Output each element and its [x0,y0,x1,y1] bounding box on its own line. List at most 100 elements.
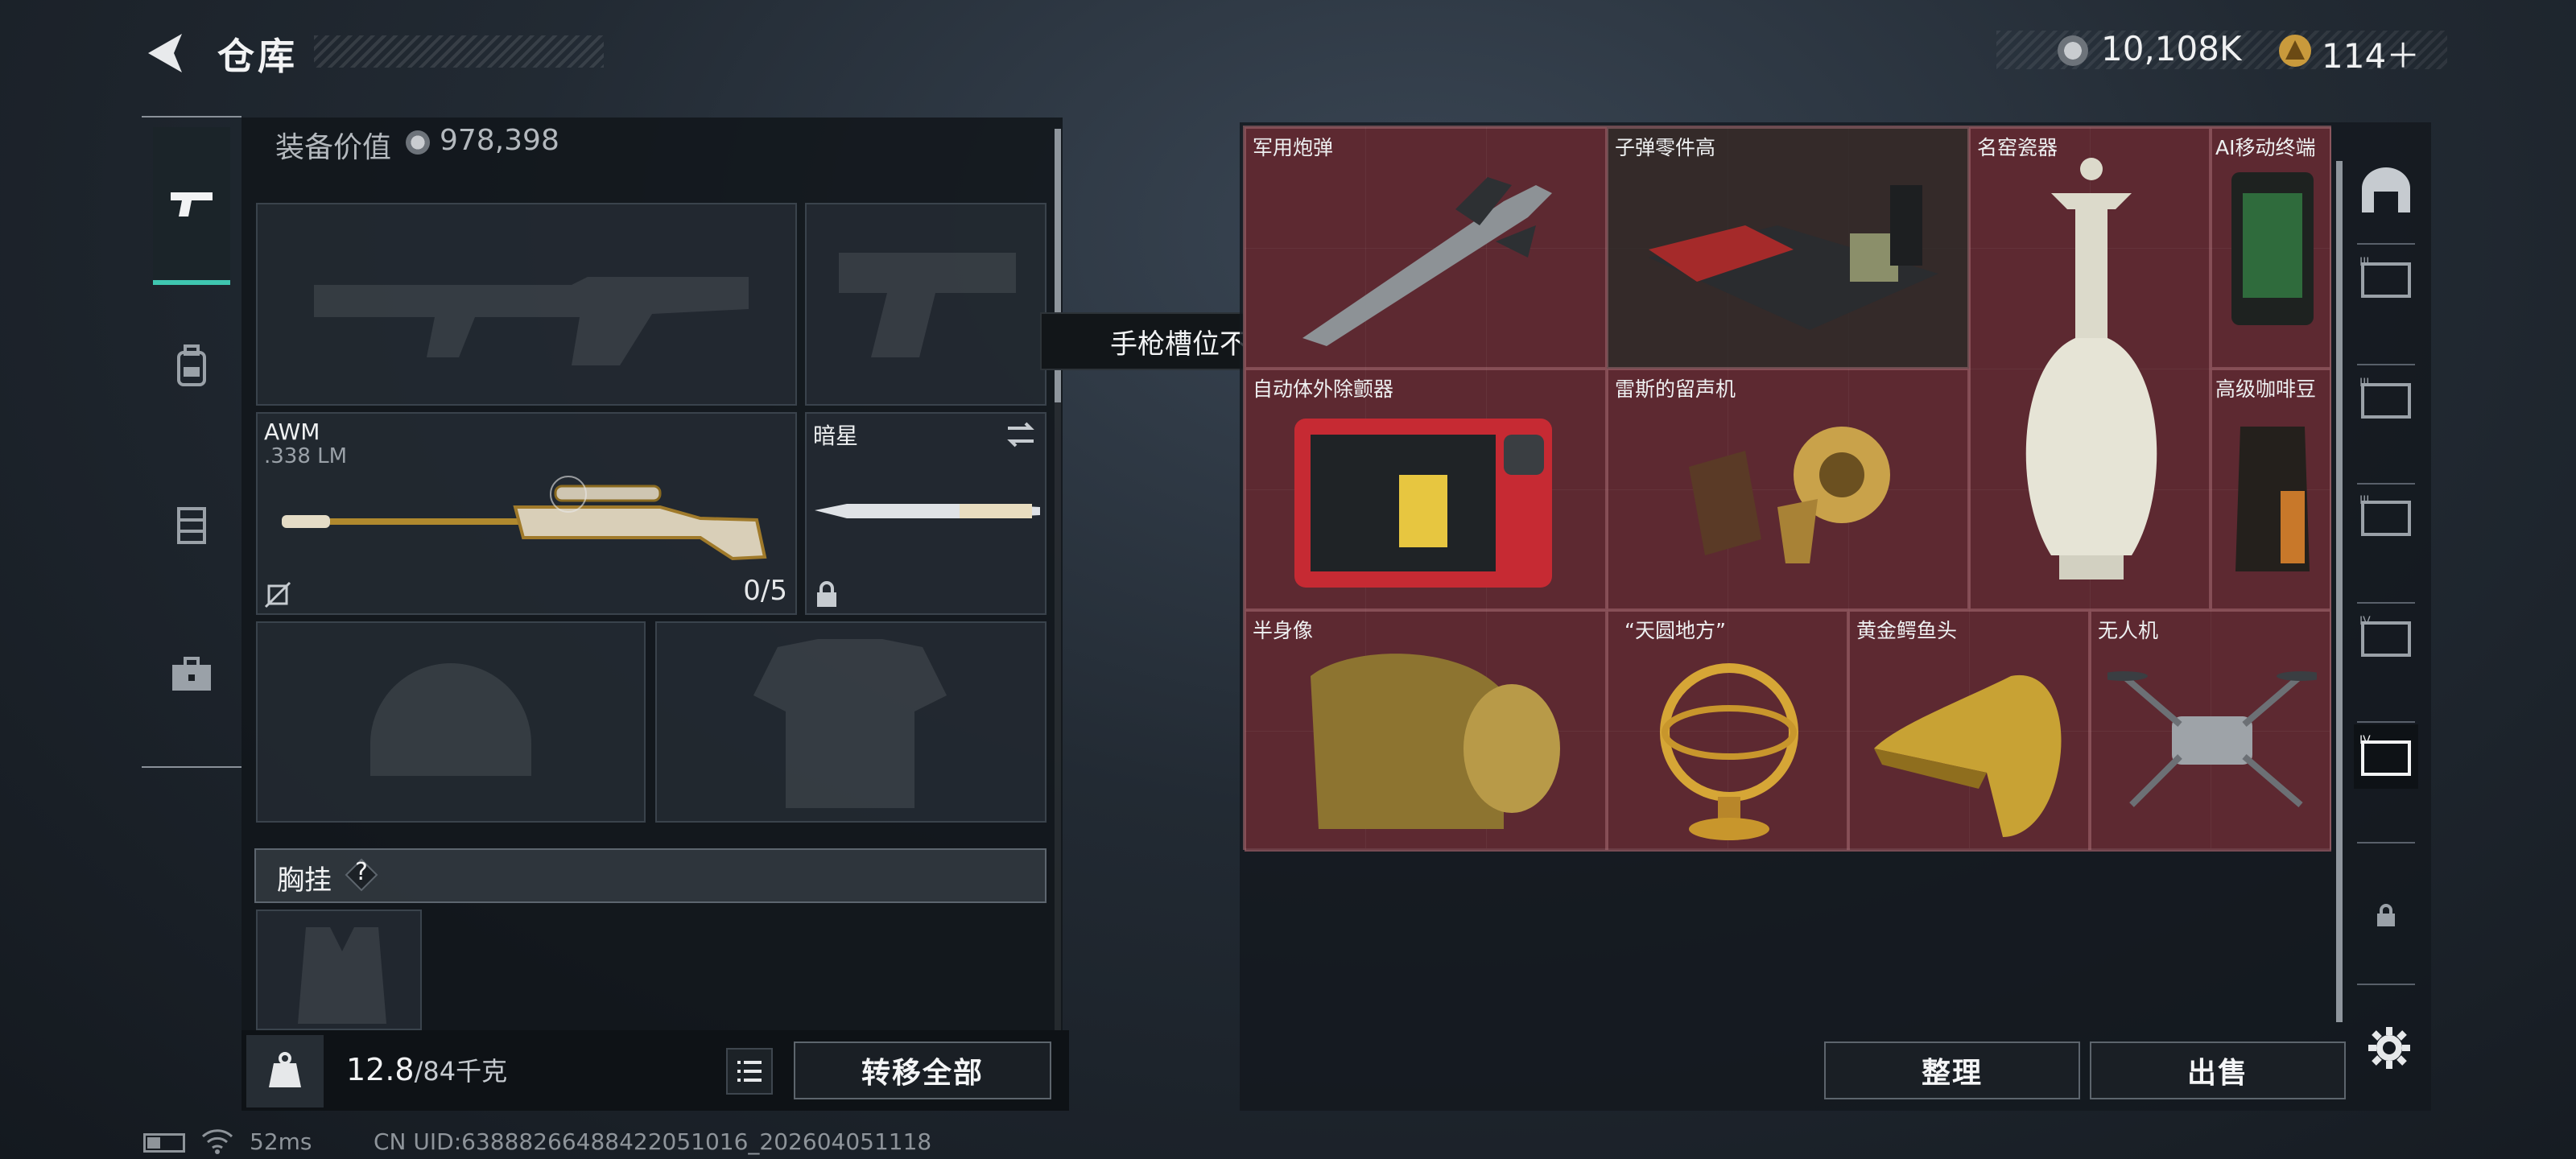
coin-balance: 10,108K [2101,29,2242,68]
coffee-bag-icon [2235,427,2310,571]
list-icon[interactable] [726,1048,773,1095]
lock-icon [2377,904,2395,926]
tab-vest[interactable] [153,446,230,604]
weight-readout: 12.8/84千克 [346,1051,507,1088]
svg-text:IV: IV [2359,734,2371,747]
pistol-icon [171,192,213,217]
coin-icon [2058,35,2088,66]
gear-icon[interactable] [2367,1025,2412,1070]
help-mark: ? [355,858,368,886]
bust-statue-icon [1311,654,1560,829]
equipment-value: 978,398 [440,124,559,157]
container-iv-icon: IV [2359,615,2411,657]
awm-rifle-icon [282,476,767,561]
svg-text:III: III [2359,494,2369,507]
melee-name: 暗星 [813,423,859,449]
equipment-value-label: 装备价值 [275,131,392,164]
item-famous-porcelain[interactable]: 名窑瓷器 [1969,127,2211,610]
drone-icon [2107,671,2317,808]
tab-firearms[interactable] [153,127,230,285]
equipment-category-tabs [142,116,242,768]
wifi-icon [201,1129,233,1154]
phonograph-icon [1689,427,1890,563]
item-tianyuan-difang[interactable]: “天圆地方” [1607,610,1848,852]
weapon-name: AWM [264,419,320,445]
helmet-slot[interactable] [256,621,646,823]
ticket-icon [2279,35,2311,67]
armillary-sphere-icon [1660,663,1798,840]
item-ai-terminal[interactable]: AI移动终端 [2211,127,2331,369]
ammo-crate-icon [1649,185,1938,330]
svg-text:IV: IV [2359,615,2371,628]
coin-icon [406,130,430,155]
item-name: “天圆地方” [1624,619,1726,642]
tab-storage-iv-a[interactable]: IV [2354,605,2418,670]
kg-weight-icon [246,1035,324,1107]
back-arrow-icon[interactable] [142,29,190,77]
item-bullet-parts[interactable]: 子弹零件高 [1607,127,1969,369]
tab-storage-home[interactable] [2354,158,2418,222]
tab-briefcase[interactable] [153,596,230,753]
item-name: 子弹零件高 [1615,136,1716,159]
item-name: 黄金鳄鱼头 [1856,619,1958,642]
container-iii-icon: III [2359,494,2411,536]
briefcase-icon [172,657,211,691]
container-iii-icon: III [2359,256,2411,298]
page-title: 仓库 [217,35,298,78]
item-name: 无人机 [2098,619,2159,642]
svg-text:III: III [2359,256,2369,269]
weight-max: /84千克 [414,1056,508,1087]
tab-storage-iii-b[interactable]: III [2354,367,2418,431]
ammo-count: 0/5 [743,575,787,607]
pistol-slot[interactable] [805,203,1046,406]
helmet-silhouette-icon [370,663,531,776]
item-military-shell[interactable]: 军用炮弹 [1245,127,1607,369]
chest-rig-label: 胸挂 [277,864,332,897]
chest-rig-slot[interactable] [256,909,422,1030]
container-iii-icon: III [2359,377,2411,419]
transfer-all-button[interactable]: 转移全部 [794,1041,1051,1099]
item-aed[interactable]: 自动体外除颤器 [1245,369,1607,610]
armor-slot[interactable] [655,621,1046,823]
pistol-silhouette-icon [839,253,1016,357]
chest-rig-silhouette-icon [298,927,386,1024]
uid-readout: CN UID:6388826648842205101​6_20260405111… [374,1128,932,1155]
warehouse-icon [2362,167,2410,212]
awm-weapon-slot[interactable]: AWM .338 LM 0/5 [256,412,797,615]
item-name: 自动体外除颤器 [1253,377,1394,401]
tab-storage-locked[interactable] [2354,884,2418,948]
svg-text:III: III [2359,377,2369,390]
backpack-icon [177,344,206,386]
vest-icon [177,507,206,544]
item-bust[interactable]: 半身像 [1245,610,1607,852]
organize-button[interactable]: 整理 [1824,1041,2080,1099]
tab-backpack[interactable] [153,287,230,444]
item-name: 雷斯的留声机 [1615,377,1736,401]
item-name: AI移动终端 [2215,136,2316,159]
storage-tabs: III III III IV IV [2341,122,2431,1024]
item-golden-crocodile-head[interactable]: 黄金鳄鱼头 [1848,610,2090,852]
mobile-terminal-icon [2231,172,2314,325]
ping-readout: 52ms [250,1128,312,1155]
item-phonograph[interactable]: 雷斯的留声机 [1607,369,1969,610]
rifle-silhouette-icon [314,277,749,365]
tab-storage-iv-b[interactable]: IV [2354,724,2418,789]
crocodile-head-icon [1874,674,2062,837]
tab-storage-iii-a[interactable]: III [2354,246,2418,311]
tab-storage-iii-c[interactable]: III [2354,485,2418,549]
container-iv-icon: IV [2359,734,2411,776]
lock-icon [817,581,836,607]
item-premium-coffee-beans[interactable]: 高级咖啡豆 [2211,369,2331,610]
knife-icon [815,504,1040,518]
item-drone[interactable]: 无人机 [2090,610,2331,852]
battery-icon [143,1133,185,1153]
weight-current: 12.8 [346,1052,415,1087]
melee-slot[interactable]: 暗星 [805,412,1046,615]
weapon-ammo-type: .338 LM [264,444,348,468]
ticket-balance[interactable]: 114＋ [2322,29,2420,78]
primary-weapon-slot[interactable] [256,203,797,406]
sell-button[interactable]: 出售 [2090,1041,2346,1099]
item-name: 高级咖啡豆 [2215,377,2317,401]
armor-silhouette-icon [753,639,947,808]
swap-icon[interactable] [1005,420,1037,449]
